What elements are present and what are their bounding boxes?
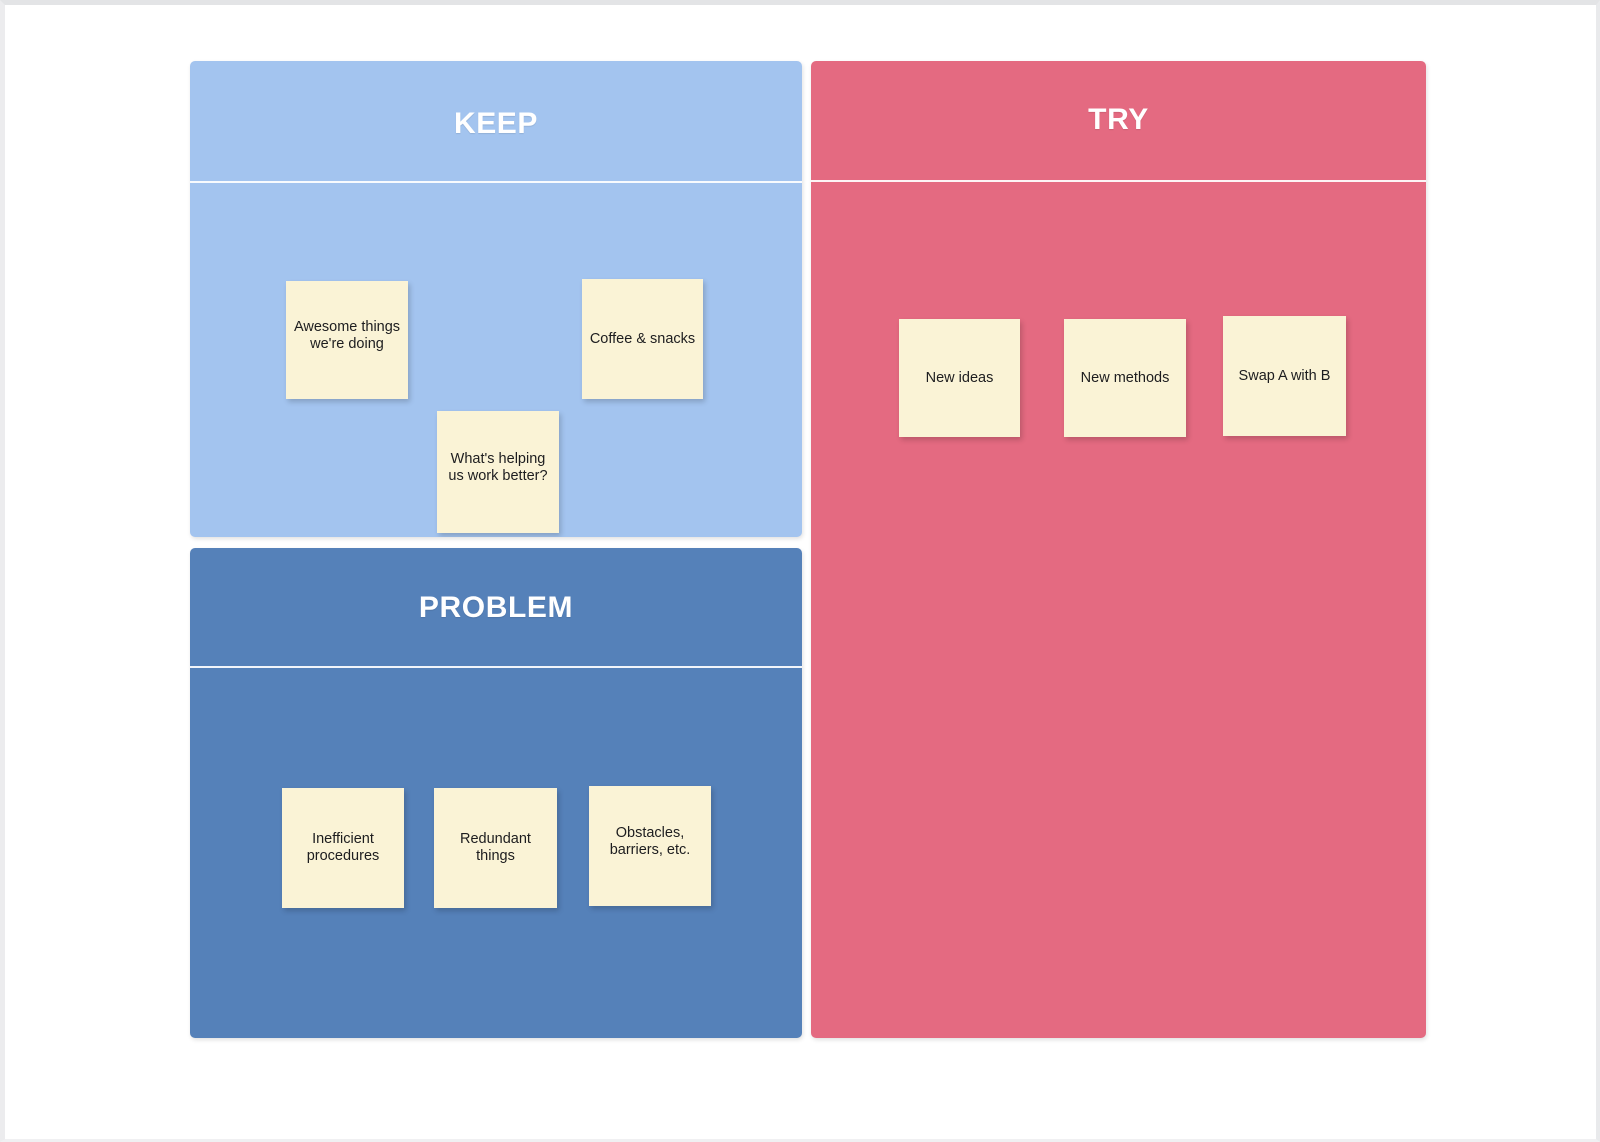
panel-try-title: TRY <box>1088 103 1149 136</box>
sticky-note[interactable]: Inefficient procedures <box>282 788 404 908</box>
panel-problem-body[interactable]: Inefficient procedures Redundant things Ob… <box>190 668 802 1038</box>
panel-problem-header: PROBLEM Inefficient procedures Redundant … <box>190 548 802 1038</box>
sticky-note-text: New methods <box>1080 369 1170 386</box>
sticky-note-text: New ideas <box>925 369 994 386</box>
sticky-note[interactable]: New ideas <box>899 319 1020 437</box>
sticky-note[interactable]: Redundant things <box>434 788 557 908</box>
panel-keep[interactable]: KEEP Awesome things we're doing Coffee & … <box>190 61 802 537</box>
sticky-note-text: Inefficient procedures <box>306 831 380 864</box>
sticky-note-text: What's helping us work better? <box>448 451 548 484</box>
sticky-note-text: Awesome things we're doing <box>293 319 401 352</box>
panel-try-body[interactable]: New ideas New methods Swap A with B <box>811 182 1426 1038</box>
sticky-note[interactable]: New methods <box>1064 319 1186 437</box>
sticky-note[interactable]: Awesome things we're doing <box>286 281 408 399</box>
panel-try-header: TRY New ideas New methods Swap A with B <box>811 61 1426 1038</box>
right-column: TRY New ideas New methods Swap A with B <box>811 56 1426 1038</box>
sticky-note[interactable]: Swap A with B <box>1223 316 1346 436</box>
sticky-note-text: Coffee & snacks <box>589 330 696 347</box>
sticky-note-text: Redundant things <box>460 831 531 864</box>
sticky-note[interactable]: What's helping us work better? <box>437 411 559 533</box>
board-canvas: KEEP Awesome things we're doing Coffee & … <box>0 0 1600 1142</box>
sticky-note-text: Swap A with B <box>1238 367 1331 384</box>
sticky-note[interactable]: Coffee & snacks <box>582 279 703 399</box>
panel-keep-title: KEEP <box>453 107 539 140</box>
sticky-note-text: Obstacles, barriers, etc. <box>609 825 691 858</box>
left-column: KEEP Awesome things we're doing Coffee & … <box>190 56 802 1038</box>
panel-keep-header: KEEP Awesome things we're doing Coffee & … <box>190 61 802 537</box>
sticky-note[interactable]: Obstacles, barriers, etc. <box>589 786 711 906</box>
panel-try[interactable]: TRY New ideas New methods Swap A with B <box>811 61 1426 1038</box>
panel-keep-body[interactable]: Awesome things we're doing Coffee & snack… <box>190 183 802 537</box>
panel-problem-title: PROBLEM <box>418 591 574 624</box>
panel-problem[interactable]: PROBLEM Inefficient procedures Redundant … <box>190 548 802 1038</box>
